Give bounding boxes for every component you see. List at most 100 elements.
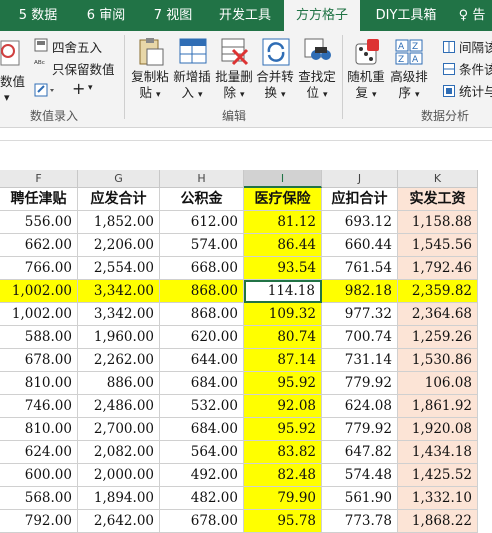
find-locate-button[interactable]: 查找定 位 ▾ <box>298 69 336 103</box>
column-header-j[interactable]: J <box>322 170 398 188</box>
table-header-cell[interactable]: 应发合计 <box>78 188 160 211</box>
table-cell[interactable]: 773.78 <box>322 510 398 533</box>
table-cell[interactable]: 662.00 <box>0 234 78 257</box>
table-cell[interactable]: 647.82 <box>322 441 398 464</box>
round-button[interactable]: 四舍五入 <box>52 37 102 56</box>
table-header-cell[interactable]: 公积金 <box>160 188 244 211</box>
formula-bar[interactable] <box>0 128 492 141</box>
table-cell[interactable]: 588.00 <box>0 326 78 349</box>
table-cell[interactable]: 693.12 <box>322 211 398 234</box>
table-cell[interactable]: 86.44 <box>244 234 322 257</box>
table-cell[interactable]: 678.00 <box>0 349 78 372</box>
table-header-cell[interactable]: 聘任津贴 <box>0 188 78 211</box>
table-cell[interactable]: 109.32 <box>244 303 322 326</box>
table-cell[interactable]: 83.82 <box>244 441 322 464</box>
table-cell[interactable]: 532.00 <box>160 395 244 418</box>
table-cell[interactable]: 792.00 <box>0 510 78 533</box>
table-cell[interactable]: 868.00 <box>160 303 244 326</box>
table-cell[interactable]: 810.00 <box>0 372 78 395</box>
stats-button[interactable]: 统计与 <box>459 81 492 100</box>
table-cell[interactable]: 574.00 <box>160 234 244 257</box>
table-cell[interactable]: 2,642.00 <box>78 510 160 533</box>
table-cell[interactable]: 1,861.92 <box>398 395 478 418</box>
table-cell[interactable]: 1,868.22 <box>398 510 478 533</box>
table-cell[interactable]: 1,920.08 <box>398 418 478 441</box>
table-cell[interactable]: 810.00 <box>0 418 78 441</box>
table-cell[interactable]: 2,486.00 <box>78 395 160 418</box>
table-cell[interactable]: 1,158.88 <box>398 211 478 234</box>
table-cell[interactable]: 564.00 <box>160 441 244 464</box>
tab-view[interactable]: 7 视图 <box>142 0 204 31</box>
insert-add-button[interactable]: 新增插 入 ▾ <box>173 69 211 103</box>
table-cell[interactable]: 93.54 <box>244 257 322 280</box>
table-cell[interactable]: 1,425.52 <box>398 464 478 487</box>
table-cell[interactable]: 2,082.00 <box>78 441 160 464</box>
table-cell[interactable]: 1,530.86 <box>398 349 478 372</box>
table-cell[interactable]: 2,554.00 <box>78 257 160 280</box>
table-cell[interactable]: 700.74 <box>322 326 398 349</box>
table-cell[interactable]: 731.14 <box>322 349 398 372</box>
table-cell[interactable]: 668.00 <box>160 257 244 280</box>
table-cell[interactable]: 568.00 <box>0 487 78 510</box>
table-cell[interactable]: 761.54 <box>322 257 398 280</box>
table-cell[interactable]: 684.00 <box>160 418 244 441</box>
value-dropdown[interactable]: ▾ <box>4 91 10 104</box>
table-cell[interactable]: 1,852.00 <box>78 211 160 234</box>
table-cell[interactable]: 2,364.68 <box>398 303 478 326</box>
table-cell[interactable]: 482.00 <box>160 487 244 510</box>
table-cell[interactable]: 1,792.46 <box>398 257 478 280</box>
table-cell[interactable]: 79.90 <box>244 487 322 510</box>
table-cell[interactable]: 1,332.10 <box>398 487 478 510</box>
table-cell[interactable]: 1,259.26 <box>398 326 478 349</box>
table-cell[interactable]: 644.00 <box>160 349 244 372</box>
tab-data[interactable]: 5 数据 <box>8 0 68 31</box>
batch-delete-button[interactable]: 批量删 除 ▾ <box>215 69 253 103</box>
table-cell[interactable]: 2,206.00 <box>78 234 160 257</box>
table-cell[interactable]: 886.00 <box>78 372 160 395</box>
edit-icon[interactable] <box>34 82 56 101</box>
table-cell[interactable]: 620.00 <box>160 326 244 349</box>
column-header-k[interactable]: K <box>398 170 478 188</box>
table-cell[interactable]: 977.32 <box>322 303 398 326</box>
table-cell[interactable]: 556.00 <box>0 211 78 234</box>
table-cell[interactable]: 678.00 <box>160 510 244 533</box>
table-cell[interactable]: 624.00 <box>0 441 78 464</box>
table-cell[interactable]: 1,960.00 <box>78 326 160 349</box>
merge-convert-button[interactable]: 合并转 换 ▾ <box>256 69 294 103</box>
active-cell[interactable]: 114.18 <box>244 280 322 303</box>
gap-select-button[interactable]: 间隔该 <box>459 37 492 56</box>
table-cell[interactable]: 779.92 <box>322 418 398 441</box>
table-cell[interactable]: 746.00 <box>0 395 78 418</box>
table-cell[interactable]: 600.00 <box>0 464 78 487</box>
advanced-sort-button[interactable]: 高级排 序 ▾ <box>390 69 428 103</box>
table-cell[interactable]: 868.00 <box>160 280 244 303</box>
tab-developer[interactable]: 开发工具 <box>210 0 280 31</box>
table-cell[interactable]: 624.08 <box>322 395 398 418</box>
table-header-cell[interactable]: 实发工资 <box>398 188 478 211</box>
column-header-f[interactable]: F <box>0 170 78 188</box>
table-cell[interactable]: 2,700.00 <box>78 418 160 441</box>
plus-icon[interactable]: + <box>72 79 85 98</box>
table-cell[interactable]: 81.12 <box>244 211 322 234</box>
table-cell[interactable]: 92.08 <box>244 395 322 418</box>
table-cell[interactable]: 3,342.00 <box>78 280 160 303</box>
table-cell[interactable]: 766.00 <box>0 257 78 280</box>
value-button[interactable]: 数值 <box>0 71 25 90</box>
table-cell[interactable]: 684.00 <box>160 372 244 395</box>
table-cell[interactable]: 3,342.00 <box>78 303 160 326</box>
table-cell[interactable]: 80.74 <box>244 326 322 349</box>
table-cell[interactable]: 660.44 <box>322 234 398 257</box>
table-cell[interactable]: 1,894.00 <box>78 487 160 510</box>
table-cell[interactable]: 95.92 <box>244 418 322 441</box>
chevron-down-icon[interactable]: ▾ <box>88 83 93 93</box>
table-cell[interactable]: 2,000.00 <box>78 464 160 487</box>
table-cell[interactable]: 87.14 <box>244 349 322 372</box>
document-icon[interactable] <box>0 39 22 71</box>
table-cell[interactable]: 779.92 <box>322 372 398 395</box>
column-header-h[interactable]: H <box>160 170 244 188</box>
table-cell[interactable]: 561.90 <box>322 487 398 510</box>
table-cell[interactable]: 95.92 <box>244 372 322 395</box>
table-cell[interactable]: 1,545.56 <box>398 234 478 257</box>
table-header-cell[interactable]: 应扣合计 <box>322 188 398 211</box>
table-cell[interactable]: 1,434.18 <box>398 441 478 464</box>
